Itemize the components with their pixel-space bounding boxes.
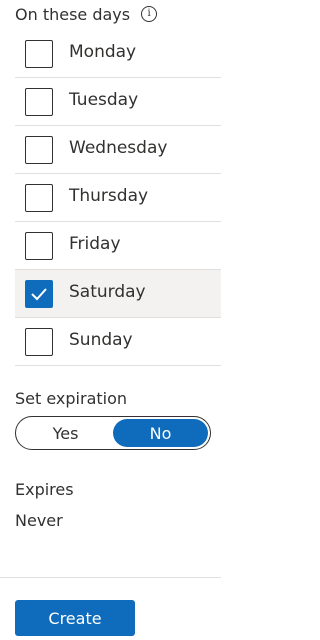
expiration-no-option[interactable]: No [113,419,208,447]
checkbox-thursday[interactable] [25,184,53,212]
checkbox-saturday[interactable] [25,280,53,308]
days-section-title: On these days [15,4,131,24]
day-label-thursday: Thursday [69,186,149,206]
footer-divider [0,577,221,578]
day-label-friday: Friday [69,234,121,254]
day-label-monday: Monday [69,42,137,62]
info-icon[interactable]: i [141,6,158,22]
day-row-wednesday[interactable]: Wednesday [15,126,221,174]
day-label-tuesday: Tuesday [69,90,139,110]
day-row-thursday[interactable]: Thursday [15,174,221,222]
checkbox-wednesday[interactable] [25,136,53,164]
checkbox-friday[interactable] [25,232,53,260]
checkbox-monday[interactable] [25,40,53,68]
checkmark-icon [31,288,47,301]
create-button[interactable]: Create [15,600,135,636]
checkbox-tuesday[interactable] [25,88,53,116]
expires-value: Never [15,511,63,530]
day-row-monday[interactable]: Monday [15,30,221,78]
day-label-wednesday: Wednesday [69,138,168,158]
day-list: Monday Tuesday Wednesday Thursday Friday… [15,30,221,366]
day-row-sunday[interactable]: Sunday [15,318,221,366]
expires-label: Expires [15,480,74,499]
checkbox-sunday[interactable] [25,328,53,356]
day-row-saturday[interactable]: Saturday [15,270,221,318]
set-expiration-label: Set expiration [15,389,128,408]
day-row-tuesday[interactable]: Tuesday [15,78,221,126]
day-label-saturday: Saturday [69,282,146,302]
day-row-friday[interactable]: Friday [15,222,221,270]
days-header: On these days i [15,4,158,24]
day-label-sunday: Sunday [69,330,133,350]
expiration-yes-option[interactable]: Yes [18,419,113,447]
expiration-toggle[interactable]: Yes No [15,416,211,450]
